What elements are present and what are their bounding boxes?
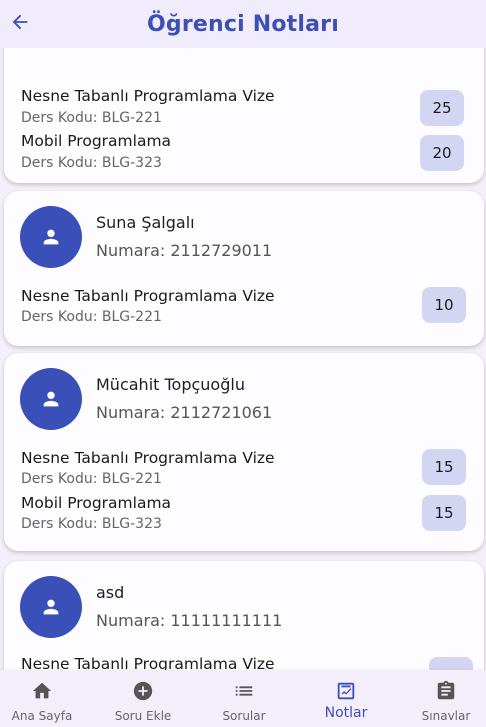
- nav-label: Sorular: [222, 709, 266, 723]
- course-code: Ders Kodu: BLG-221: [21, 309, 162, 325]
- nav-label: Ana Sayfa: [11, 709, 73, 723]
- grades-list[interactable]: Nesne Tabanlı Programlama Vize Ders Kodu…: [0, 48, 486, 670]
- grade-badge: [429, 657, 473, 670]
- course-code: Ders Kodu: BLG-221: [21, 471, 162, 487]
- person-icon: [43, 229, 59, 245]
- student-card: asd Numara: 11111111111 Nesne Tabanlı Pr…: [4, 561, 484, 670]
- course-name: Nesne Tabanlı Programlama Vize: [21, 449, 275, 467]
- student-number: Numara: 2112729011: [96, 241, 273, 260]
- grade-badge: 15: [422, 495, 466, 531]
- grade-badge: 20: [420, 135, 464, 171]
- grade-badge: 10: [422, 287, 466, 323]
- avatar: [20, 576, 82, 638]
- avatar: [20, 206, 82, 268]
- course-code: Ders Kodu: BLG-221: [21, 110, 162, 126]
- person-icon: [43, 391, 59, 407]
- student-card: Mücahit Topçuoğlu Numara: 2112721061 Nes…: [4, 353, 484, 551]
- home-icon: [30, 679, 54, 703]
- course-name: Mobil Programlama: [21, 132, 172, 150]
- student-name: Mücahit Topçuoğlu: [96, 375, 245, 394]
- app-root: Öğrenci Notları Nesne Tabanlı Programlam…: [0, 0, 486, 727]
- app-bar: Öğrenci Notları: [0, 0, 486, 48]
- page-title: Öğrenci Notları: [147, 11, 339, 37]
- student-name: Suna Şalgalı: [96, 213, 195, 232]
- course-name: Nesne Tabanlı Programlama Vize: [21, 655, 275, 670]
- course-code: Ders Kodu: BLG-323: [21, 155, 162, 171]
- back-button[interactable]: [8, 10, 32, 34]
- person-icon: [43, 599, 59, 615]
- student-card: Nesne Tabanlı Programlama Vize Ders Kodu…: [4, 48, 484, 183]
- student-number: Numara: 11111111111: [96, 611, 283, 630]
- grade-badge: 25: [420, 90, 464, 126]
- avatar: [20, 368, 82, 430]
- student-card: Suna Şalgalı Numara: 2112729011 Nesne Ta…: [4, 191, 484, 346]
- nav-item-grades[interactable]: Notlar: [306, 670, 386, 727]
- add-circle-icon: [131, 679, 155, 703]
- nav-item-add-question[interactable]: Soru Ekle: [100, 670, 186, 727]
- student-number: Numara: 2112721061: [96, 403, 273, 422]
- course-name: Nesne Tabanlı Programlama Vize: [21, 287, 275, 305]
- bottom-nav: Ana Sayfa Soru Ekle Sorular Notlar Sınav…: [0, 670, 486, 727]
- arrow-back-icon: [12, 14, 28, 30]
- list-icon: [232, 679, 256, 703]
- assignment-icon: [434, 679, 458, 703]
- nav-label: Sınavlar: [421, 709, 471, 723]
- nav-item-exams[interactable]: Sınavlar: [406, 670, 486, 727]
- nav-label-active: Notlar: [324, 705, 368, 721]
- nav-item-questions[interactable]: Sorular: [204, 670, 284, 727]
- nav-item-home[interactable]: Ana Sayfa: [0, 670, 84, 727]
- course-name: Nesne Tabanlı Programlama Vize: [21, 87, 275, 105]
- student-name: asd: [96, 583, 125, 602]
- grade-badge: 15: [422, 449, 466, 485]
- course-code: Ders Kodu: BLG-323: [21, 516, 162, 532]
- nav-label: Soru Ekle: [114, 709, 172, 723]
- chart-icon: [334, 679, 358, 703]
- course-name: Mobil Programlama: [21, 494, 172, 512]
